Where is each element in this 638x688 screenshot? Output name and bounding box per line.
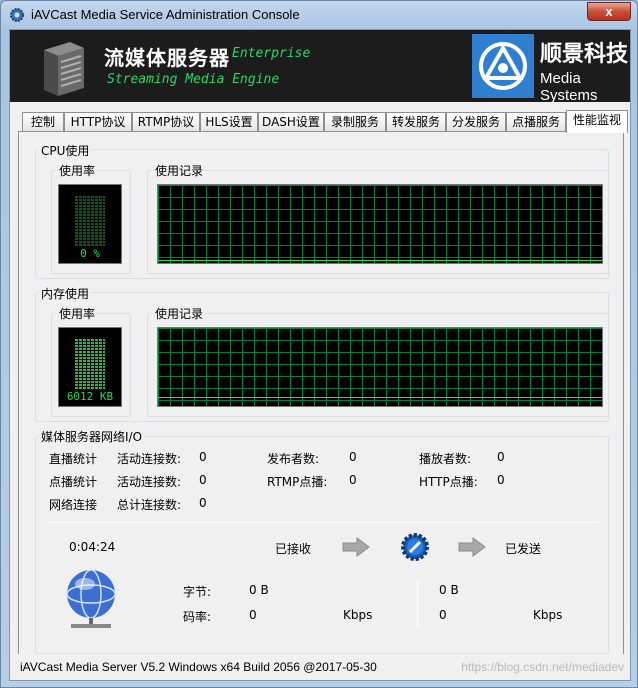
memory-history-graph: [157, 327, 603, 407]
company-name-cn: 顺景科技: [540, 42, 629, 67]
tx-bytes-value: 0 B: [439, 583, 459, 597]
tab-rtmp[interactable]: RTMP协议: [132, 112, 200, 132]
client-area: 流媒体服务器 Enterprise Streaming Media Engine…: [9, 29, 631, 681]
window-title: iAVCast Media Service Administration Con…: [31, 7, 300, 22]
vod-active-conn-label: 活动连接数:: [117, 475, 182, 489]
cpu-history-line: [158, 260, 602, 261]
performance-panel: CPU使用 使用率 0 % 使用记录 内存使用 使用率 6012 KB 使用记录…: [18, 131, 624, 658]
players-value: 0: [497, 450, 505, 464]
app-window: iAVCast Media Service Administration Con…: [0, 0, 638, 688]
banner-edition: Enterprise: [232, 46, 311, 61]
status-text: iAVCast Media Server V5.2 Windows x64 Bu…: [20, 660, 377, 674]
publishers-value: 0: [349, 450, 357, 464]
rx-rate-value: 0: [249, 608, 257, 622]
uptime: 0:04:24: [69, 540, 116, 554]
tx-rate-value: 0: [439, 608, 447, 622]
tab-forward[interactable]: 转发服务: [386, 112, 446, 132]
vod-stats-label: 点播统计: [49, 475, 98, 489]
network-conn-label: 网络连接: [49, 498, 98, 512]
live-active-conn-label: 活动连接数:: [117, 452, 182, 466]
header-banner: 流媒体服务器 Enterprise Streaming Media Engine…: [10, 30, 630, 104]
rx-bytes-value: 0 B: [249, 583, 269, 597]
sent-label: 已发送: [505, 542, 542, 556]
server-gear-icon: [401, 533, 429, 561]
memory-history-label: 使用记录: [153, 305, 206, 322]
tab-hls[interactable]: HLS设置: [200, 112, 258, 132]
players-label: 播放者数:: [419, 452, 472, 466]
rx-tx-divider: [417, 580, 418, 628]
cpu-value: 0 %: [80, 247, 100, 260]
arrow-right-icon: [458, 537, 486, 557]
bytes-label: 字节:: [183, 585, 212, 599]
publishers-label: 发布者数:: [267, 452, 320, 466]
tab-http[interactable]: HTTP协议: [64, 112, 132, 132]
live-active-conn-value: 0: [199, 450, 207, 464]
status-bar: iAVCast Media Server V5.2 Windows x64 Bu…: [10, 654, 630, 680]
cpu-history-graph: [157, 184, 603, 264]
network-globe-icon: [66, 569, 116, 628]
memory-meter-bars: [75, 338, 105, 390]
vod-active-conn-value: 0: [199, 473, 207, 487]
company-name-en: Media Systems: [540, 70, 598, 104]
memory-group-label: 内存使用: [39, 285, 92, 302]
total-conn-label: 总计连接数:: [117, 498, 182, 512]
cpu-usage-label: 使用率: [57, 162, 98, 179]
close-button[interactable]: x: [587, 2, 631, 21]
network-group-label: 媒体服务器网络I/O: [39, 428, 145, 445]
rtmp-vod-label: RTMP点播:: [267, 475, 328, 489]
company-logo: 顺景科技 Media Systems: [472, 30, 630, 104]
memory-meter: 6012 KB: [58, 327, 122, 407]
gear-icon: [10, 8, 24, 22]
memory-usage-label: 使用率: [57, 305, 98, 322]
logo-mark-icon: [472, 34, 534, 98]
title-bar[interactable]: iAVCast Media Service Administration Con…: [1, 1, 637, 29]
network-divider: [47, 522, 599, 523]
tx-rate-unit: Kbps: [533, 608, 563, 622]
rx-rate-unit: Kbps: [343, 608, 373, 622]
arrow-right-icon: [342, 537, 370, 557]
tab-bar: 控制 HTTP协议 RTMP协议 HLS设置 DASH设置 录制服务 转发服务 …: [18, 110, 628, 133]
banner-title: 流媒体服务器: [104, 46, 230, 70]
tab-dash[interactable]: DASH设置: [258, 112, 324, 132]
memory-value: 6012 KB: [66, 390, 114, 403]
cpu-history-label: 使用记录: [153, 162, 206, 179]
http-vod-value: 0: [497, 473, 505, 487]
live-stats-label: 直播统计: [49, 452, 98, 466]
total-conn-value: 0: [199, 496, 207, 510]
cpu-meter: 0 %: [58, 184, 122, 264]
cpu-group-label: CPU使用: [39, 142, 92, 159]
watermark: https://blog.csdn.net/mediadev: [461, 660, 624, 674]
tab-record[interactable]: 录制服务: [324, 112, 386, 132]
server-icon: [44, 42, 84, 96]
tab-control[interactable]: 控制: [22, 112, 64, 132]
tab-performance[interactable]: 性能监视: [566, 110, 628, 133]
cpu-meter-bars: [75, 195, 105, 247]
tab-vod[interactable]: 点播服务: [506, 112, 566, 132]
rtmp-vod-value: 0: [349, 473, 357, 487]
rate-label: 码率:: [183, 610, 212, 624]
tab-distribute[interactable]: 分发服务: [446, 112, 506, 132]
memory-history-line: [158, 397, 602, 398]
http-vod-label: HTTP点播:: [419, 475, 478, 489]
banner-subtitle: Streaming Media Engine: [107, 72, 280, 87]
received-label: 已接收: [275, 542, 312, 556]
